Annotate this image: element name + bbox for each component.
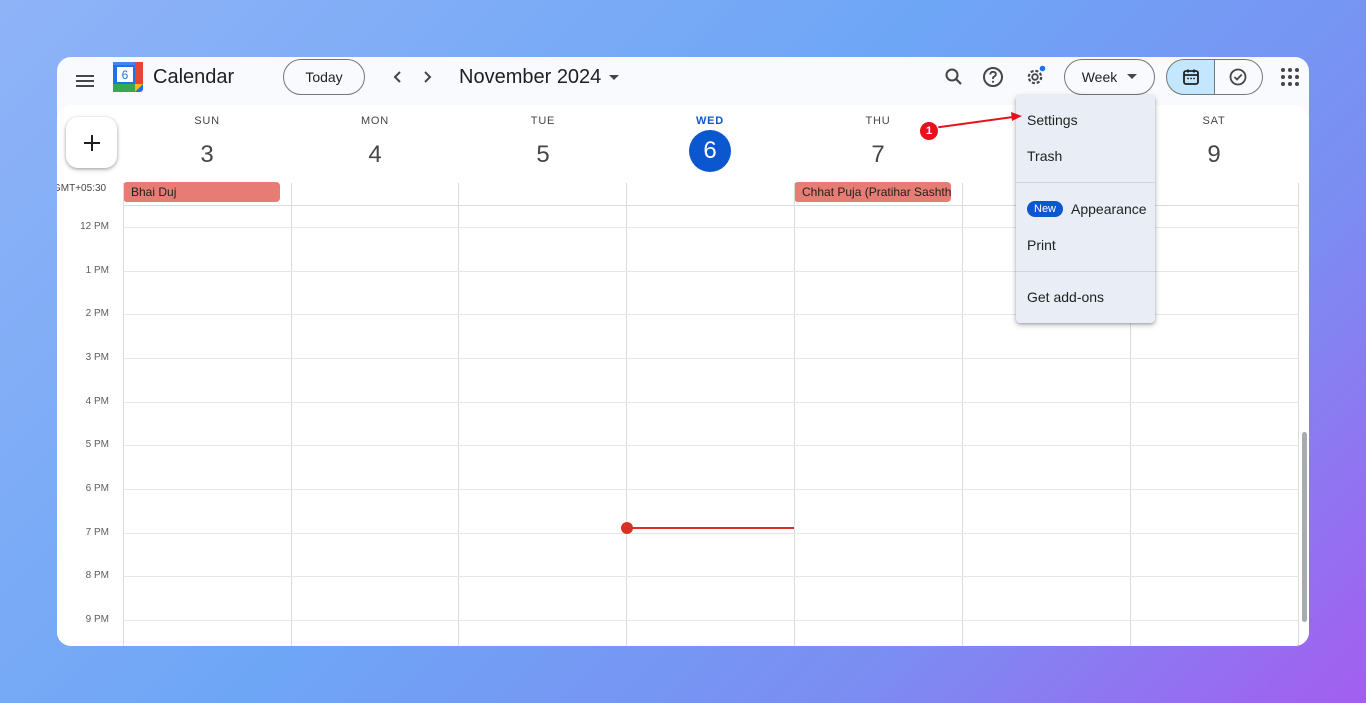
settings-button[interactable] xyxy=(1021,63,1049,91)
allday-event[interactable]: Bhai Duj xyxy=(123,182,280,202)
hour-label: 7 PM xyxy=(85,527,109,538)
previous-week-button[interactable] xyxy=(386,65,410,89)
menu-item-label: Appearance xyxy=(1071,201,1147,217)
hour-label: 12 PM xyxy=(80,221,109,232)
chevron-right-icon xyxy=(424,71,432,83)
menu-item-appearance[interactable]: New Appearance xyxy=(1016,191,1155,227)
hour-gridline xyxy=(123,620,1299,621)
plus-icon xyxy=(83,134,100,151)
hour-label: 9 PM xyxy=(85,614,109,625)
current-time-line xyxy=(626,527,794,529)
hour-gridline xyxy=(123,402,1299,403)
main-menu-button[interactable] xyxy=(73,69,97,93)
day-header-sun[interactable]: SUN 3 xyxy=(123,115,291,176)
annotation-number-badge: 1 xyxy=(919,121,939,141)
calendar-view-toggle[interactable] xyxy=(1166,59,1215,95)
gear-icon xyxy=(1027,65,1046,85)
hour-gridline xyxy=(123,576,1299,577)
hour-label: 3 PM xyxy=(85,352,109,363)
menu-item-trash[interactable]: Trash xyxy=(1016,138,1155,174)
hour-gridline xyxy=(123,358,1299,359)
logo-day-text: 6 xyxy=(122,68,129,82)
chevron-left-icon xyxy=(393,71,401,83)
caret-down-icon xyxy=(1127,74,1138,79)
hour-label: 4 PM xyxy=(85,396,109,407)
help-icon xyxy=(983,67,1003,87)
view-selector-button[interactable]: Week xyxy=(1064,59,1155,95)
search-button[interactable] xyxy=(940,63,968,91)
view-label: Week xyxy=(1081,69,1118,85)
app-title: Calendar xyxy=(153,66,235,88)
day-header-mon[interactable]: MON 4 xyxy=(291,115,459,176)
day-number[interactable]: 7 xyxy=(857,134,899,176)
event-title: Bhai Duj xyxy=(131,185,177,199)
google-apps-icon[interactable] xyxy=(1279,65,1303,89)
menu-divider xyxy=(1016,182,1155,183)
day-of-week: MON xyxy=(360,115,390,127)
calendar-icon xyxy=(1182,69,1199,85)
new-badge: New xyxy=(1027,201,1064,217)
day-of-week: SAT xyxy=(1202,115,1226,127)
tasks-view-toggle[interactable] xyxy=(1214,59,1263,95)
day-number[interactable]: 6 xyxy=(689,130,731,172)
month-title: November 2024 xyxy=(459,66,602,88)
calendar-logo-icon: 6 xyxy=(113,62,143,92)
task-check-icon xyxy=(1229,68,1247,86)
hour-label: 2 PM xyxy=(85,308,109,319)
create-button[interactable] xyxy=(66,117,117,168)
hour-label: 8 PM xyxy=(85,570,109,581)
hour-gridline xyxy=(123,489,1299,490)
menu-item-print[interactable]: Print xyxy=(1016,227,1155,263)
current-time-dot xyxy=(621,522,633,534)
today-button[interactable]: Today xyxy=(283,59,365,95)
hour-label: 6 PM xyxy=(85,483,109,494)
menu-item-get-addons[interactable]: Get add-ons xyxy=(1016,279,1155,315)
day-number[interactable]: 3 xyxy=(186,134,228,176)
day-of-week: TUE xyxy=(530,115,556,127)
hour-label: 1 PM xyxy=(85,265,109,276)
day-header-sat[interactable]: SAT 9 xyxy=(1130,115,1298,176)
event-title: Chhat Puja (Pratihar Sashthi) xyxy=(802,185,951,199)
day-of-week: WED xyxy=(695,115,725,127)
vertical-scrollbar[interactable] xyxy=(1302,432,1307,622)
day-header-wed[interactable]: WED 6 xyxy=(626,115,794,172)
day-number[interactable]: 5 xyxy=(522,134,564,176)
menu-item-settings[interactable]: Settings xyxy=(1016,102,1155,138)
timezone-label: GMT+05:30 xyxy=(57,183,107,194)
day-of-week: SUN xyxy=(194,115,220,127)
month-title-dropdown[interactable]: November 2024 xyxy=(459,66,620,89)
day-header-tue[interactable]: TUE 5 xyxy=(459,115,627,176)
day-number[interactable]: 9 xyxy=(1193,134,1235,176)
search-icon xyxy=(945,68,962,85)
day-number[interactable]: 4 xyxy=(354,134,396,176)
hour-label: 5 PM xyxy=(85,439,109,450)
allday-event[interactable]: Chhat Puja (Pratihar Sashthi) xyxy=(794,182,951,202)
help-button[interactable] xyxy=(979,63,1007,91)
menu-divider xyxy=(1016,271,1155,272)
hour-gridline xyxy=(123,533,1299,534)
settings-menu: Settings Trash New Appearance Print Get … xyxy=(1016,95,1155,323)
caret-down-icon xyxy=(609,74,620,80)
hour-gridline xyxy=(123,445,1299,446)
next-week-button[interactable] xyxy=(415,65,439,89)
